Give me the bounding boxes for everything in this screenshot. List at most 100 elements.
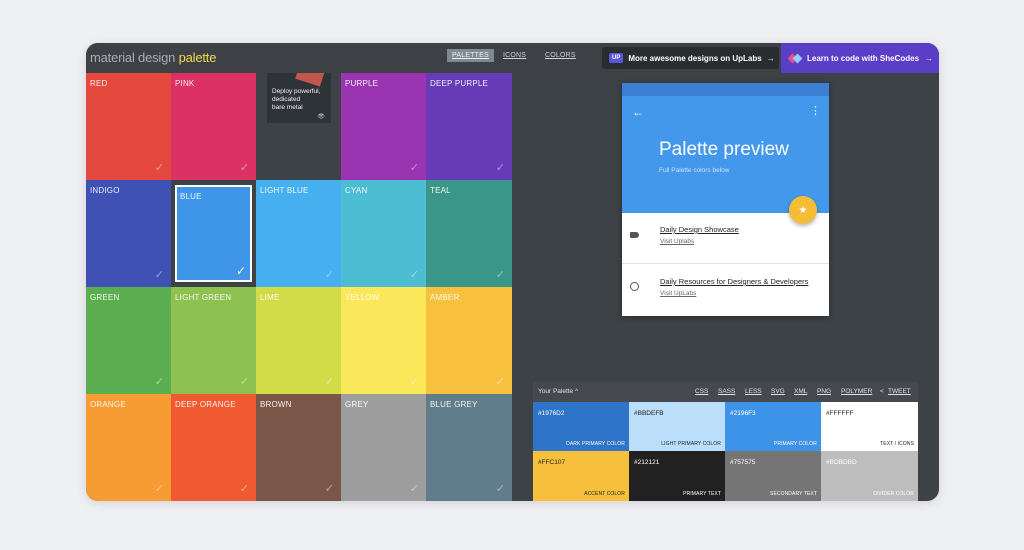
check-icon: ✓ bbox=[409, 483, 419, 495]
color-tile-amber[interactable]: AMBER ✓ bbox=[426, 287, 512, 394]
check-icon: ✓ bbox=[409, 269, 419, 281]
list-item-link[interactable]: Visit Uplabs bbox=[660, 238, 694, 245]
nav-colors[interactable]: COLORS bbox=[545, 52, 576, 59]
palette-swatch[interactable]: #FFFFFF TEXT / ICONS bbox=[821, 402, 918, 451]
swatch-hex: #212121 bbox=[634, 459, 660, 466]
color-tile-yellow[interactable]: YELLOW ✓ bbox=[341, 287, 426, 394]
check-icon: ✓ bbox=[495, 483, 505, 495]
color-tile-label: INDIGO bbox=[90, 186, 120, 195]
shecodes-logo-icon bbox=[787, 52, 803, 64]
color-tile-green[interactable]: GREEN ✓ bbox=[86, 287, 171, 394]
palette-swatch[interactable]: #BDBDBD DIVIDER COLOR bbox=[821, 451, 918, 501]
export-xml-link[interactable]: XML bbox=[794, 388, 807, 395]
color-tile-label: LIGHT BLUE bbox=[260, 186, 309, 195]
color-tile-label: LIGHT GREEN bbox=[175, 293, 232, 302]
top-bar: material design palette PALETTES ICONS C… bbox=[86, 43, 939, 73]
uplabs-promo-button[interactable]: UP More awesome designs on UpLabs → bbox=[602, 47, 779, 69]
status-bar bbox=[622, 83, 829, 96]
ad-text-line: dedicated bbox=[272, 96, 301, 103]
export-sass-link[interactable]: SASS bbox=[718, 388, 735, 395]
nav-icons[interactable]: ICONS bbox=[503, 52, 526, 59]
swatch-hex: #BDBDBD bbox=[826, 459, 857, 466]
brand-accent-text: palette bbox=[178, 50, 217, 65]
color-tile-pink[interactable]: PINK ✓ bbox=[171, 73, 256, 180]
palette-swatch[interactable]: #FFC107 ACCENT COLOR bbox=[533, 451, 629, 501]
list-item-title[interactable]: Daily Design Showcase bbox=[660, 225, 739, 234]
color-tile-deep-purple[interactable]: DEEP PURPLE ✓ bbox=[426, 73, 512, 180]
color-tile-teal[interactable]: TEAL ✓ bbox=[426, 180, 512, 287]
color-tile-red[interactable]: RED ✓ bbox=[86, 73, 171, 180]
eye-icon: 👁 bbox=[317, 114, 325, 120]
arrow-right-icon: → bbox=[925, 53, 934, 63]
check-icon: ✓ bbox=[235, 264, 246, 278]
palette-swatch[interactable]: #757575 SECONDARY TEXT bbox=[725, 451, 821, 501]
swatch-role: PRIMARY COLOR bbox=[773, 441, 817, 447]
color-tile-cyan[interactable]: CYAN ✓ bbox=[341, 180, 426, 287]
check-icon: ✓ bbox=[495, 269, 505, 281]
nav-palettes[interactable]: PALETTES bbox=[447, 49, 494, 62]
swatch-hex: #FFFFFF bbox=[826, 410, 854, 417]
ad-banner[interactable]: Deploy powerful, dedicated bare metal 👁 bbox=[267, 73, 331, 123]
divider bbox=[622, 263, 829, 264]
label-tag-icon bbox=[630, 230, 639, 241]
color-tile-orange[interactable]: ORANGE ✓ bbox=[86, 394, 171, 501]
color-tile-label: GREY bbox=[345, 400, 369, 409]
color-tile-light-blue[interactable]: LIGHT BLUE ✓ bbox=[256, 180, 341, 287]
check-icon: ✓ bbox=[154, 376, 164, 388]
swatch-role: SECONDARY TEXT bbox=[770, 491, 817, 497]
swatch-role: ACCENT COLOR bbox=[584, 491, 625, 497]
color-tile-lime[interactable]: LIME ✓ bbox=[256, 287, 341, 394]
list-item[interactable]: Daily Resources for Designers & Develope… bbox=[622, 265, 829, 314]
shecodes-promo-text: Learn to code with SheCodes bbox=[807, 53, 920, 63]
preview-app-bar: ← ⋮ Palette preview Full Palette colors … bbox=[622, 96, 829, 213]
export-css-link[interactable]: CSS bbox=[695, 388, 708, 395]
color-tile-label: BLUE bbox=[180, 192, 202, 201]
export-less-link[interactable]: LESS bbox=[745, 388, 762, 395]
check-icon: ✓ bbox=[239, 376, 249, 388]
brand-logo[interactable]: material design palette bbox=[90, 50, 216, 65]
list-item-link[interactable]: Visit UpLabs bbox=[660, 290, 696, 297]
share-icon: < bbox=[880, 388, 884, 395]
palette-swatch[interactable]: #1976D2 DARK PRIMARY COLOR bbox=[533, 402, 629, 451]
color-tile-label: CYAN bbox=[345, 186, 368, 195]
swatch-hex: #1976D2 bbox=[538, 410, 565, 417]
color-tile-light-green[interactable]: LIGHT GREEN ✓ bbox=[171, 287, 256, 394]
more-vert-icon[interactable]: ⋮ bbox=[810, 104, 821, 117]
shecodes-promo-button[interactable]: Learn to code with SheCodes → bbox=[781, 43, 939, 73]
back-arrow-icon[interactable]: ← bbox=[632, 105, 644, 119]
list-item-title[interactable]: Daily Resources for Designers & Develope… bbox=[660, 277, 808, 286]
swatch-hex: #757575 bbox=[730, 459, 756, 466]
palette-swatch[interactable]: #212121 PRIMARY TEXT bbox=[629, 451, 725, 501]
ad-graphic bbox=[295, 73, 325, 87]
color-tile-blue[interactable]: BLUE ✓ bbox=[171, 180, 256, 287]
your-palette-toggle[interactable]: Your Palette ^ bbox=[538, 388, 578, 395]
color-tile-label: DEEP ORANGE bbox=[175, 400, 236, 409]
tweet-link[interactable]: TWEET bbox=[888, 388, 911, 395]
color-tile-label: LIME bbox=[260, 293, 280, 302]
color-tile-blue-grey[interactable]: BLUE GREY ✓ bbox=[426, 394, 512, 501]
color-tile-deep-orange[interactable]: DEEP ORANGE ✓ bbox=[171, 394, 256, 501]
arrow-right-icon: → bbox=[766, 53, 775, 63]
color-grid: RED ✓ PINK ✓ PURPLE ✓ DEEP PURPLE ✓ INDIGO ✓ BLUE ✓… bbox=[86, 73, 512, 501]
color-tile-label: BLUE GREY bbox=[430, 400, 478, 409]
color-tile-label: RED bbox=[90, 79, 108, 88]
clock-icon bbox=[630, 282, 639, 294]
palette-toolbar: Your Palette ^ CSS SASS LESS SVG XML PNG… bbox=[533, 382, 918, 402]
export-polymer-link[interactable]: POLYMER bbox=[841, 388, 872, 395]
star-fab-button[interactable]: ★ bbox=[789, 196, 817, 224]
color-tile-label: BROWN bbox=[260, 400, 292, 409]
uplabs-promo-text: More awesome designs on UpLabs bbox=[628, 53, 762, 63]
swatch-role: DARK PRIMARY COLOR bbox=[566, 441, 625, 447]
export-png-link[interactable]: PNG bbox=[817, 388, 831, 395]
palette-swatch[interactable]: #2196F3 PRIMARY COLOR bbox=[725, 402, 821, 451]
color-tile-indigo[interactable]: INDIGO ✓ bbox=[86, 180, 171, 287]
color-tile-label: PURPLE bbox=[345, 79, 379, 88]
palette-swatch[interactable]: #BBDEFB LIGHT PRIMARY COLOR bbox=[629, 402, 725, 451]
color-tile-purple[interactable]: PURPLE ✓ bbox=[341, 73, 426, 180]
color-tile-label: AMBER bbox=[430, 293, 460, 302]
color-tile-brown[interactable]: BROWN ✓ bbox=[256, 394, 341, 501]
export-svg-link[interactable]: SVG bbox=[771, 388, 785, 395]
brand-text: material design bbox=[90, 50, 176, 65]
ad-text-line: Deploy powerful, bbox=[272, 88, 321, 95]
color-tile-grey[interactable]: GREY ✓ bbox=[341, 394, 426, 501]
